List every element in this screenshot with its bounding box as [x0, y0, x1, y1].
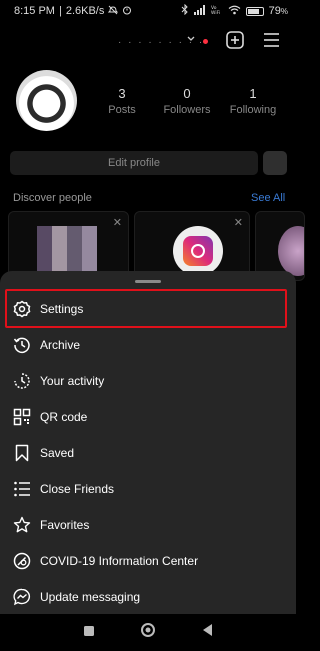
- discover-people-title: Discover people: [13, 192, 92, 204]
- settings-icon: [12, 299, 32, 319]
- wifi-icon: [228, 5, 241, 18]
- menu-item-favorites[interactable]: Favorites: [0, 509, 296, 541]
- vowifi-icon: Vo WiFi: [211, 5, 223, 18]
- following-stat[interactable]: 1 Following: [218, 86, 288, 116]
- menu-item-qr-code[interactable]: QR code: [0, 401, 296, 433]
- signal-icon: [193, 4, 206, 18]
- following-label: Following: [229, 104, 277, 116]
- profile-top-bar: · · · · · · · · ·: [0, 26, 296, 56]
- battery-percent: 79%: [268, 5, 288, 17]
- qr-code-icon: [12, 407, 32, 427]
- activity-icon: [12, 371, 32, 391]
- menu-item-label: COVID-19 Information Center: [40, 554, 199, 568]
- menu-item-label: Archive: [40, 338, 81, 352]
- menu-item-label: Settings: [40, 302, 84, 316]
- bluetooth-icon: [181, 3, 189, 18]
- posts-stat[interactable]: 3 Posts: [87, 86, 157, 116]
- menu-item-label: Your activity: [40, 374, 105, 388]
- close-friends-icon: [12, 479, 32, 499]
- close-icon[interactable]: ✕: [113, 216, 122, 229]
- drag-handle[interactable]: [135, 280, 161, 283]
- status-speed: 2.6KB/s: [65, 5, 105, 17]
- followers-stat[interactable]: 0 Followers: [152, 86, 222, 116]
- status-divider: |: [58, 5, 62, 17]
- instagram-logo-icon: [173, 226, 223, 276]
- back-icon[interactable]: [201, 623, 213, 642]
- status-bar: 8:15 PM | 2.6KB/s Vo WiFi 79%: [0, 0, 296, 22]
- alarm-off-icon: [108, 5, 119, 18]
- menu-item-close-friends[interactable]: Close Friends: [0, 473, 296, 505]
- avatar[interactable]: [16, 70, 77, 131]
- battery-icon: [245, 6, 264, 16]
- menu-item-covid-info[interactable]: COVID-19 Information Center: [0, 545, 296, 577]
- menu-item-label: Close Friends: [40, 482, 115, 496]
- star-icon: [12, 515, 32, 535]
- battery-level: [247, 8, 259, 14]
- menu-item-label: QR code: [40, 410, 88, 424]
- notification-dot: [203, 39, 208, 44]
- close-icon[interactable]: ✕: [234, 216, 243, 229]
- system-nav-bar: [0, 614, 296, 651]
- menu-item-label: Saved: [40, 446, 75, 460]
- messenger-icon: [12, 587, 32, 607]
- status-time: 8:15 PM: [14, 5, 55, 17]
- followers-label: Followers: [163, 104, 211, 116]
- edit-profile-button[interactable]: Edit profile: [10, 151, 258, 175]
- posts-count: 3: [118, 86, 126, 101]
- create-post-icon[interactable]: [226, 31, 244, 49]
- menu-item-label: Update messaging: [40, 590, 141, 604]
- svg-text:WiFi: WiFi: [211, 10, 220, 15]
- chevron-down-icon[interactable]: [186, 33, 196, 46]
- menu-item-label: Favorites: [40, 518, 90, 532]
- bookmark-icon: [12, 443, 32, 463]
- menu-item-your-activity[interactable]: Your activity: [0, 365, 296, 397]
- archive-icon: [12, 335, 32, 355]
- posts-label: Posts: [108, 104, 136, 116]
- suggestion-avatar: [278, 226, 304, 276]
- followers-count: 0: [183, 86, 191, 101]
- menu-item-archive[interactable]: Archive: [0, 329, 296, 361]
- see-all-link[interactable]: See All: [251, 192, 285, 204]
- options-bottom-sheet: Settings Archive Your activity QR code S…: [0, 271, 296, 614]
- discover-people-toggle-button[interactable]: [263, 151, 287, 175]
- menu-icon[interactable]: [263, 32, 280, 48]
- following-count: 1: [249, 86, 257, 101]
- menu-item-settings[interactable]: Settings: [0, 293, 296, 325]
- covid-info-icon: [12, 551, 32, 571]
- menu-item-saved[interactable]: Saved: [0, 437, 296, 469]
- alarm-icon: [122, 5, 132, 18]
- recents-icon[interactable]: [83, 624, 95, 642]
- home-icon[interactable]: [140, 622, 156, 643]
- menu-item-update-messaging[interactable]: Update messaging: [0, 581, 296, 613]
